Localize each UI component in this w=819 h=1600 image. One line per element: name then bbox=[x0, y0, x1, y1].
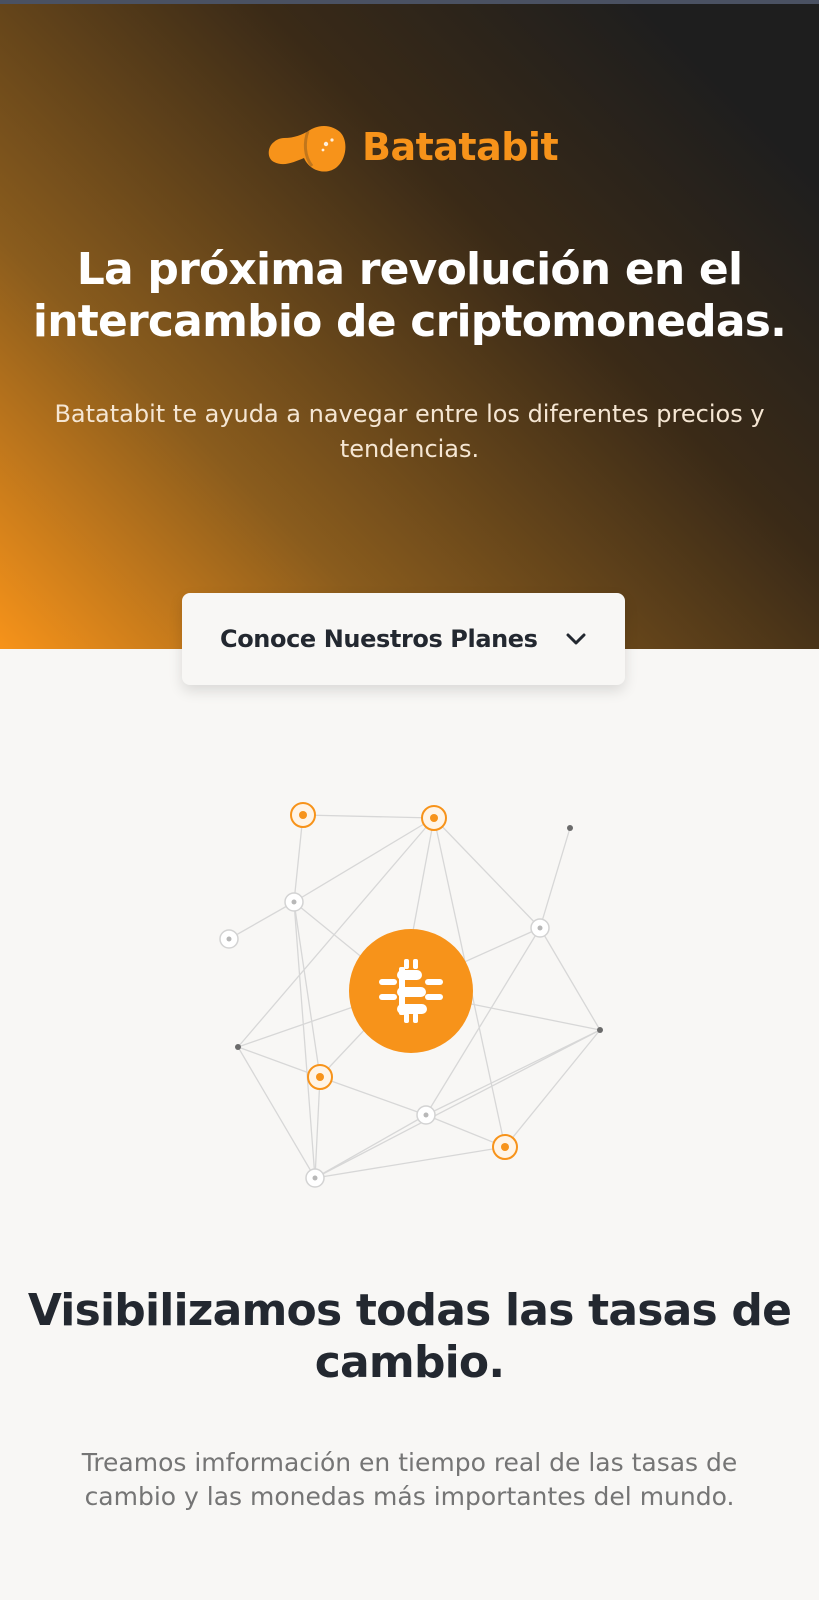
brand-name: Batatabit bbox=[362, 125, 559, 169]
hero-title: La próxima revolución en el intercambio … bbox=[32, 244, 787, 347]
brand-logo[interactable]: Batatabit bbox=[264, 122, 559, 174]
hero-section: Batatabit La próxima revolución en el in… bbox=[0, 4, 819, 649]
chevron-down-icon bbox=[566, 633, 586, 645]
section-description: Treamos imformación en tiempo real de la… bbox=[81, 1448, 738, 1511]
batata-logo-icon bbox=[268, 126, 346, 172]
plans-button-label: Conoce Nuestros Planes bbox=[220, 625, 538, 653]
plans-button[interactable]: Conoce Nuestros Planes bbox=[182, 593, 625, 685]
bitcoin-icon bbox=[349, 929, 473, 1053]
section-title: Visibilizamos todas las tasas de cambio. bbox=[27, 1285, 792, 1388]
hero-description: Batatabit te ayuda a navegar entre los d… bbox=[54, 400, 765, 463]
